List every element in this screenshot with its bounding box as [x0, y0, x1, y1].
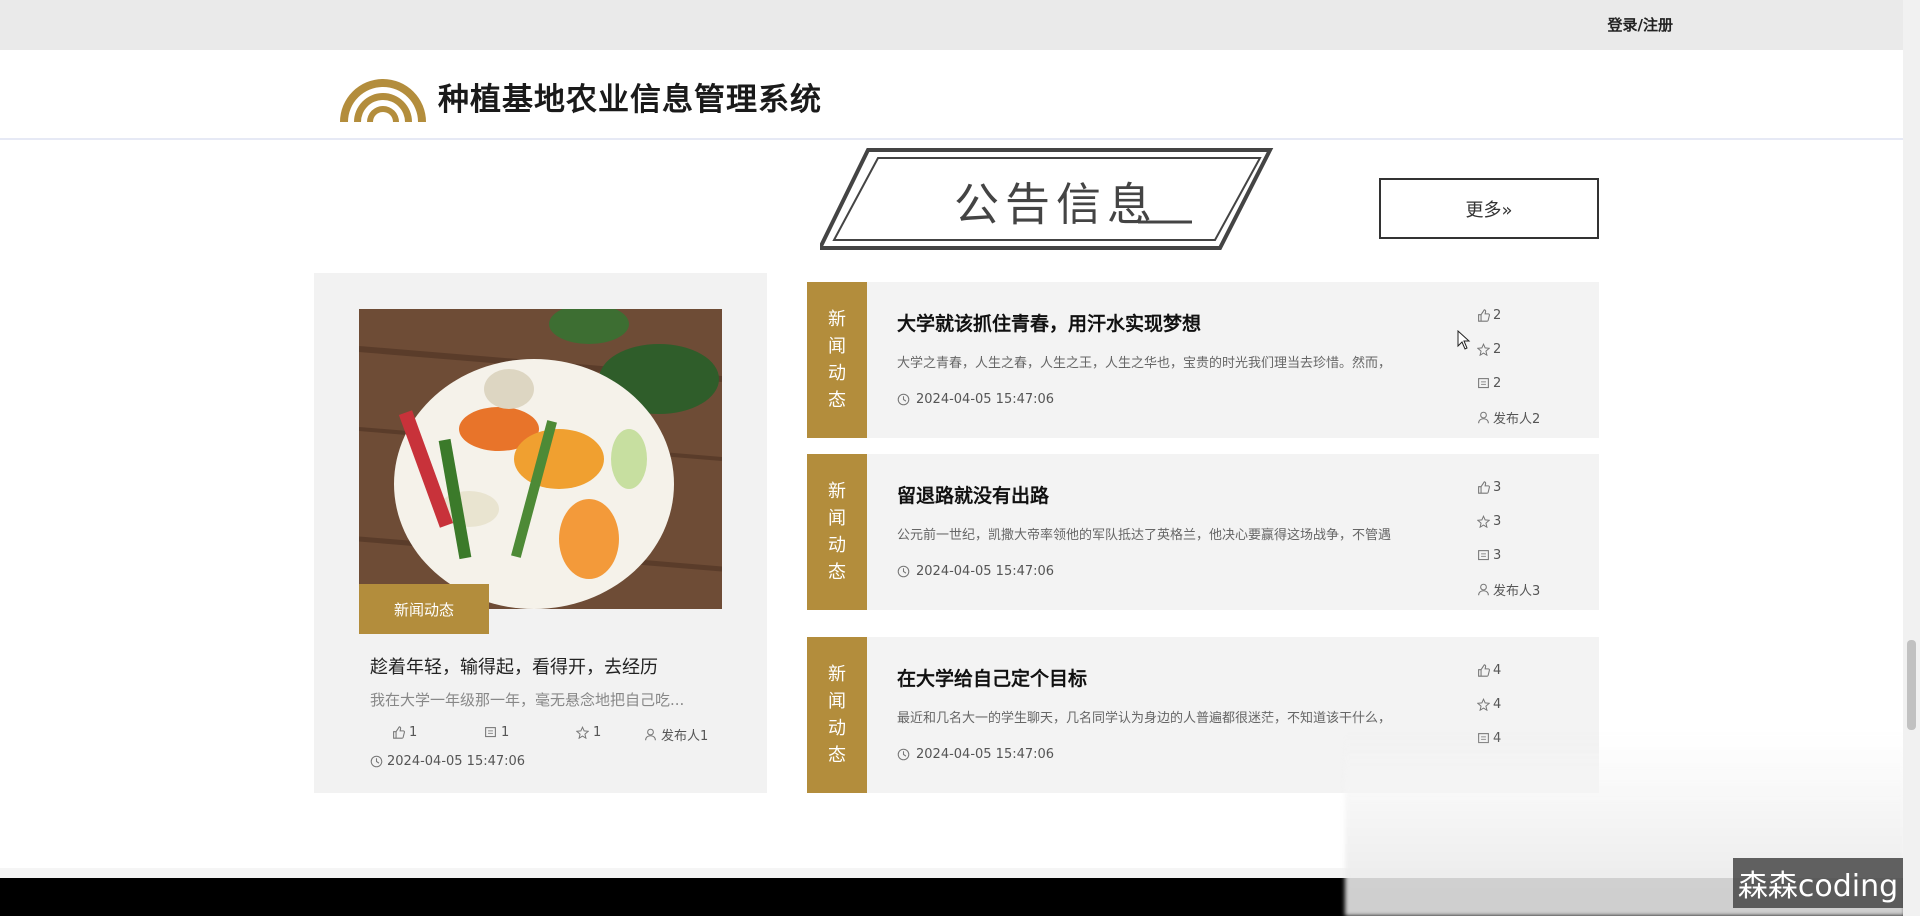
- news-title[interactable]: 大学就该抓住青春，用汗水实现梦想: [897, 309, 1201, 336]
- featured-news-image[interactable]: [359, 309, 722, 609]
- thumbs-up-icon: [1477, 480, 1490, 494]
- news-comments: 3: [1477, 538, 1540, 572]
- clock-icon: [370, 755, 383, 768]
- featured-date: 2024-04-05 15:47:06: [370, 754, 525, 769]
- mouse-cursor-icon: [1457, 330, 1471, 350]
- featured-comments: 1: [484, 725, 509, 740]
- featured-author-name: 发布人1: [661, 729, 709, 744]
- news-title[interactable]: 在大学给自己定个目标: [897, 664, 1087, 691]
- star-icon: [1477, 514, 1490, 528]
- section-title: 公告信息: [820, 148, 1280, 254]
- featured-date-text: 2024-04-05 15:47:06: [387, 754, 526, 769]
- news-category-badge[interactable]: 新 闻 动 态: [807, 454, 867, 610]
- site-header: 种植基地农业信息管理系统: [0, 50, 1903, 140]
- news-title[interactable]: 留退路就没有出路: [897, 481, 1049, 508]
- news-summary: 最近和几名大一的学生聊天，几名同学认为身边的人普遍都很迷茫，不知道该干什么，: [897, 711, 1392, 726]
- comment-icon: [1477, 377, 1490, 390]
- featured-news-summary: 我在大学一年级那一年，毫无悬念地把自己吃...: [370, 691, 685, 709]
- news-date: 2024-04-05 15:47:06: [897, 564, 1054, 579]
- more-button[interactable]: 更多»: [1379, 178, 1599, 239]
- featured-likes-count: 1: [409, 725, 418, 740]
- news-comments: 2: [1477, 366, 1540, 400]
- vegetable-chips-image: [359, 309, 722, 609]
- news-stats: 2 2 2 发布人2: [1477, 298, 1540, 434]
- news-date: 2024-04-05 15:47:06: [897, 747, 1054, 762]
- featured-favorites-count: 1: [593, 725, 602, 740]
- news-category-badge[interactable]: 新 闻 动 态: [807, 637, 867, 793]
- watermark: 森森coding: [1733, 858, 1903, 908]
- thumbs-up-icon: [1477, 663, 1490, 677]
- news-likes: 4: [1477, 653, 1501, 687]
- featured-news-card[interactable]: 新闻动态 趁着年轻，输得起，看得开，去经历 我在大学一年级那一年，毫无悬念地把自…: [314, 273, 767, 793]
- comment-icon: [1477, 549, 1490, 562]
- featured-comments-count: 1: [501, 725, 510, 740]
- news-likes: 2: [1477, 298, 1540, 332]
- user-icon: [1477, 411, 1490, 424]
- news-summary: 公元前一世纪，凯撒大帝率领他的军队抵达了英格兰，他决心要赢得这场战争，不管遇: [897, 528, 1392, 543]
- news-stats: 3 3 3 发布人3: [1477, 470, 1540, 606]
- user-icon: [1477, 583, 1490, 596]
- section-title-text: 公告信息: [954, 178, 1159, 231]
- top-bar: 登录/注册: [0, 0, 1903, 50]
- news-likes: 3: [1477, 470, 1540, 504]
- star-icon: [1477, 342, 1490, 356]
- login-register-link[interactable]: 登录/注册: [1608, 14, 1673, 35]
- news-favorites: 2: [1477, 332, 1540, 366]
- clock-icon: [897, 748, 910, 761]
- news-category-badge[interactable]: 新 闻 动 态: [807, 282, 867, 438]
- news-favorites: 4: [1477, 687, 1501, 721]
- scrollbar-thumb[interactable]: [1907, 640, 1916, 730]
- featured-category-tag[interactable]: 新闻动态: [359, 584, 489, 634]
- vertical-scrollbar[interactable]: [1903, 0, 1920, 916]
- news-list-item[interactable]: 新 闻 动 态 大学就该抓住青春，用汗水实现梦想 大学之青春，人生之春，人生之王…: [807, 282, 1599, 438]
- star-icon: [576, 726, 589, 739]
- news-date: 2024-04-05 15:47:06: [897, 392, 1054, 407]
- logo-icon: [340, 79, 426, 122]
- clock-icon: [897, 565, 910, 578]
- featured-author: 发布人1: [644, 725, 708, 744]
- user-icon: [644, 728, 657, 741]
- news-summary: 大学之青春，人生之春，人生之王，人生之华也，宝贵的时光我们理当去珍惜。然而，: [897, 356, 1392, 371]
- featured-favorites: 1: [576, 725, 601, 740]
- thumbs-up-icon: [1477, 308, 1490, 322]
- news-list-item[interactable]: 新 闻 动 态 留退路就没有出路 公元前一世纪，凯撒大帝率领他的军队抵达了英格兰…: [807, 454, 1599, 610]
- clock-icon: [897, 393, 910, 406]
- featured-news-title[interactable]: 趁着年轻，输得起，看得开，去经历: [370, 653, 658, 679]
- thumbs-up-icon: [392, 726, 405, 739]
- star-icon: [1477, 697, 1490, 711]
- news-favorites: 3: [1477, 504, 1540, 538]
- featured-likes: 1: [392, 725, 417, 740]
- site-title: 种植基地农业信息管理系统: [438, 82, 822, 118]
- comment-icon: [484, 726, 497, 739]
- news-author: 发布人3: [1477, 572, 1540, 606]
- news-author: 发布人2: [1477, 400, 1540, 434]
